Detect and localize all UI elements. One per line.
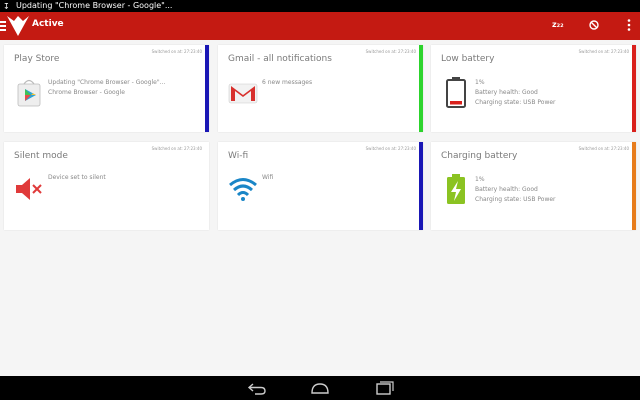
recent-apps-icon[interactable]: [374, 381, 394, 395]
system-nav-bar: [0, 376, 640, 400]
card-color-bar: [419, 142, 423, 230]
card-low-battery[interactable]: Low battery Switched on at: 27:23:40 1% …: [431, 45, 636, 132]
card-switched-time: Switched on at: 27:23:40: [578, 49, 629, 54]
card-switched-time: Switched on at: 27:23:40: [578, 146, 629, 151]
card-color-bar: [632, 142, 636, 230]
card-gmail[interactable]: Gmail - all notifications Switched on at…: [218, 45, 423, 132]
card-line: 1%: [475, 176, 485, 183]
snooze-icon[interactable]: z₂₂: [552, 20, 568, 36]
card-line: Battery health: Good: [475, 186, 538, 193]
status-notification-text: Updating "Chrome Browser - Google"...: [16, 1, 173, 10]
profile-cards-grid: Play Store Switched on at: 27:23:40 Upda…: [0, 40, 640, 376]
charging-battery-icon: [447, 174, 465, 204]
gmail-icon: [228, 83, 258, 104]
card-color-bar: [632, 45, 636, 132]
card-title: Charging battery: [441, 151, 518, 161]
card-silent-mode[interactable]: Silent mode Switched on at: 27:23:40 Dev…: [4, 142, 209, 230]
card-switched-time: Switched on at: 27:23:40: [365, 49, 416, 54]
muted-speaker-icon: [16, 178, 42, 200]
card-color-bar: [205, 45, 209, 132]
card-wifi[interactable]: Wi-fi Switched on at: 27:23:40 Wifi: [218, 142, 423, 230]
card-title: Wi-fi: [228, 151, 249, 161]
card-line: Wifi: [262, 174, 274, 181]
card-switched-time: Switched on at: 27:23:40: [365, 146, 416, 151]
card-line: 6 new messages: [262, 79, 313, 86]
low-battery-icon: [446, 77, 466, 108]
card-line: Battery health: Good: [475, 89, 538, 96]
card-line: Device set to silent: [48, 174, 106, 181]
card-line: Charging state: USB Power: [475, 196, 556, 203]
card-color-bar: [419, 45, 423, 132]
card-play-store[interactable]: Play Store Switched on at: 27:23:40 Upda…: [4, 45, 209, 132]
wifi-icon: [229, 178, 257, 201]
app-bar: Active z₂₂: [0, 12, 640, 40]
app-logo-icon: [7, 16, 29, 36]
overflow-menu-icon[interactable]: [621, 17, 637, 33]
card-line: Updating "Chrome Browser - Google"...: [48, 79, 166, 86]
home-icon[interactable]: [310, 381, 330, 395]
page-title: Active: [32, 19, 64, 29]
card-title: Silent mode: [14, 151, 68, 161]
card-title: Play Store: [14, 54, 60, 64]
card-switched-time: Switched on at: 27:23:40: [151, 49, 202, 54]
card-line: Charging state: USB Power: [475, 99, 556, 106]
block-icon[interactable]: [586, 17, 602, 33]
back-icon[interactable]: [247, 381, 267, 395]
card-title: Gmail - all notifications: [228, 54, 332, 64]
card-charging-battery[interactable]: Charging battery Switched on at: 27:23:4…: [431, 142, 636, 230]
status-bar: ↧ Updating "Chrome Browser - Google"...: [0, 0, 640, 12]
card-switched-time: Switched on at: 27:23:40: [151, 146, 202, 151]
card-line: 1%: [475, 79, 485, 86]
card-title: Low battery: [441, 54, 495, 64]
card-line: Chrome Browser - Google: [48, 89, 125, 96]
play-store-icon: [17, 79, 41, 107]
